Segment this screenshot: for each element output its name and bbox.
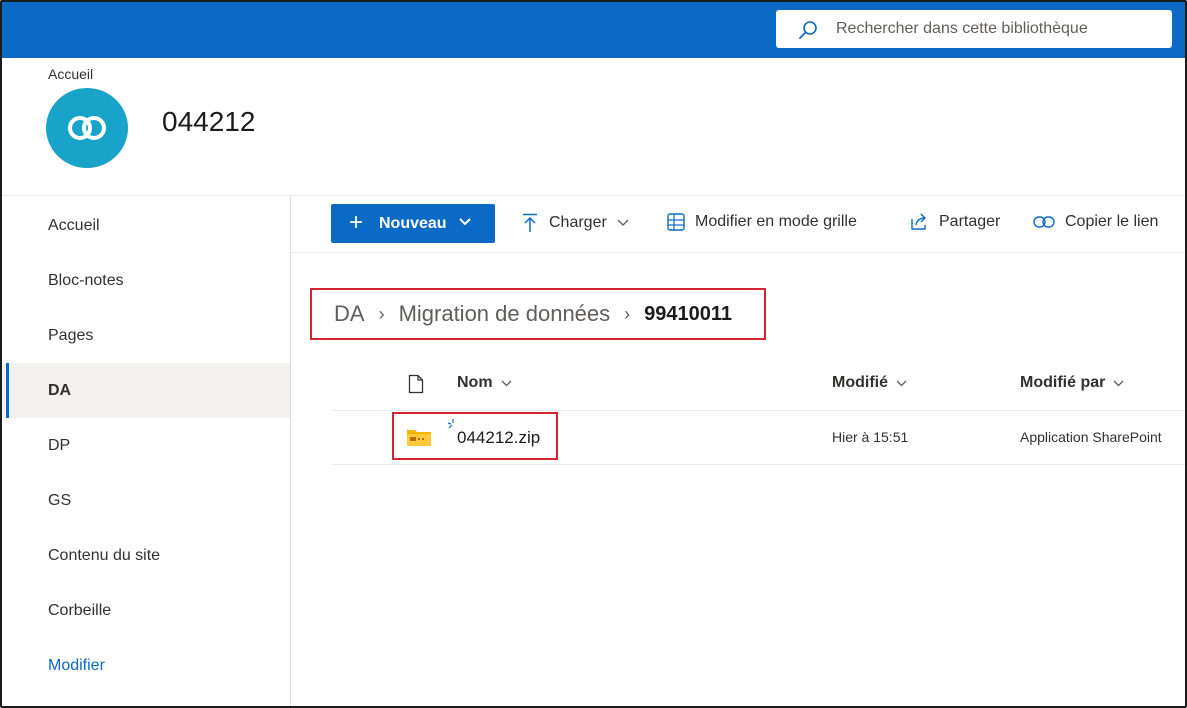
- share-button[interactable]: Partager: [909, 213, 1000, 231]
- grid-icon: [667, 213, 685, 231]
- column-label: Modifié: [832, 374, 888, 391]
- plus-icon: +: [349, 209, 364, 236]
- nav-label: Contenu du site: [48, 546, 161, 564]
- nav-label: Corbeille: [48, 601, 112, 619]
- nav-label: GS: [48, 491, 72, 509]
- nav-item-da[interactable]: DA: [2, 363, 290, 418]
- nav-label: Pages: [48, 326, 94, 344]
- column-header-modified[interactable]: Modifié: [832, 374, 907, 392]
- chevron-down-icon: [459, 218, 471, 226]
- site-logo[interactable]: [46, 88, 128, 168]
- nav-item-pages[interactable]: Pages: [2, 308, 290, 363]
- nav-item-dp[interactable]: DP: [2, 418, 290, 473]
- link-rings-icon: [68, 116, 106, 140]
- command-bar: + Nouveau Charger Modifier en mode grill…: [291, 196, 1185, 253]
- column-label: Nom: [457, 374, 493, 391]
- app-window: Rechercher dans cette bibliothèque Accue…: [0, 0, 1187, 708]
- grid-view-button[interactable]: Modifier en mode grille: [667, 213, 857, 231]
- chevron-right-icon: ›: [378, 303, 385, 324]
- search-icon: [799, 21, 817, 39]
- nav-item-edit[interactable]: Modifier: [2, 638, 290, 693]
- nav-item-bloc-notes[interactable]: Bloc-notes: [2, 253, 290, 308]
- copy-link-label: Copier le lien: [1065, 213, 1159, 230]
- nav-label: Bloc-notes: [48, 271, 124, 289]
- new-button-label: Nouveau: [379, 215, 447, 232]
- file-type-icon[interactable]: [408, 374, 424, 394]
- highlight-box: [392, 412, 558, 460]
- breadcrumb-item-migration[interactable]: Migration de données: [399, 301, 611, 327]
- upload-icon: [523, 213, 537, 232]
- nav-item-accueil[interactable]: Accueil: [2, 198, 290, 253]
- search-box[interactable]: Rechercher dans cette bibliothèque: [776, 10, 1172, 48]
- breadcrumb-current: 99410011: [644, 302, 733, 325]
- search-placeholder: Rechercher dans cette bibliothèque: [836, 20, 1088, 37]
- modified-by-cell: Application SharePoint: [1020, 429, 1162, 445]
- left-navigation: Accueil Bloc-notes Pages DA DP GS Conten…: [2, 196, 291, 706]
- nav-label: Accueil: [48, 216, 100, 234]
- upload-button[interactable]: Charger: [521, 213, 629, 233]
- breadcrumb-item-da[interactable]: DA: [334, 301, 365, 327]
- grid-view-label: Modifier en mode grille: [695, 213, 857, 230]
- chevron-right-icon: ›: [624, 303, 631, 324]
- column-header-name[interactable]: Nom: [457, 374, 512, 392]
- nav-item-site-contents[interactable]: Contenu du site: [2, 528, 290, 583]
- modified-cell: Hier à 15:51: [832, 429, 909, 445]
- new-button[interactable]: + Nouveau: [331, 204, 495, 243]
- upload-label: Charger: [549, 214, 607, 231]
- column-label: Modifié par: [1020, 374, 1106, 391]
- share-label: Partager: [939, 213, 1001, 230]
- chevron-down-icon: [1113, 380, 1124, 386]
- nav-label: Modifier: [48, 656, 105, 674]
- suite-bar: Rechercher dans cette bibliothèque: [2, 2, 1185, 58]
- site-title: 044212: [162, 106, 256, 137]
- nav-label: DP: [48, 436, 71, 454]
- nav-label: DA: [48, 381, 72, 399]
- copy-link-button[interactable]: Copier le lien: [1033, 213, 1158, 231]
- list-header: Nom Modifié Modifié par: [332, 358, 1185, 411]
- site-breadcrumb[interactable]: Accueil: [48, 66, 93, 82]
- link-icon: [1033, 216, 1055, 228]
- nav-item-recycle-bin[interactable]: Corbeille: [2, 583, 290, 638]
- chevron-down-icon: [617, 219, 629, 226]
- chevron-down-icon: [896, 380, 907, 386]
- site-header: Accueil 044212: [2, 58, 1185, 196]
- column-header-modified-by[interactable]: Modifié par: [1020, 374, 1124, 392]
- breadcrumb: DA › Migration de données › 99410011: [310, 288, 766, 340]
- share-icon: [911, 213, 926, 230]
- nav-item-gs[interactable]: GS: [2, 473, 290, 528]
- chevron-down-icon: [501, 380, 512, 386]
